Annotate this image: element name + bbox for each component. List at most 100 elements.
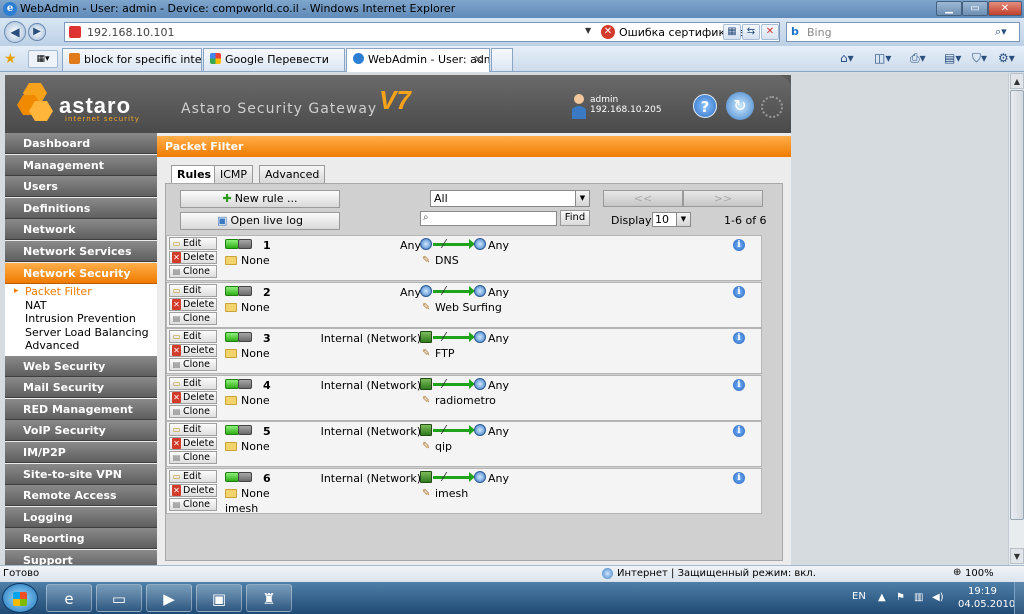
info-icon[interactable]: i [733, 425, 745, 437]
refresh-icon[interactable]: ⇆ [742, 24, 760, 40]
tab-block-specific[interactable]: block for specific internal ... [62, 48, 202, 71]
sidebar-subitem-server-load-balancing[interactable]: Server Load Balancing [5, 326, 157, 340]
rule-status-toggle[interactable] [225, 285, 253, 296]
sidebar-item-management[interactable]: Management [5, 154, 157, 176]
open-live-log-button[interactable]: ▣ Open live log [180, 212, 340, 230]
rule-status-toggle[interactable] [225, 425, 253, 435]
sidebar-subitem-advanced[interactable]: Advanced [5, 339, 157, 353]
address-bar[interactable]: 192.168.10.101 ▼ ✕ Ошибка сертификата ▦ … [64, 22, 780, 42]
scroll-down-icon[interactable]: ▼ [1010, 548, 1024, 564]
sidebar-item-web-security[interactable]: Web Security [5, 355, 157, 377]
reload-icon[interactable]: ↻ [726, 92, 754, 120]
url-dropdown-icon[interactable]: ▼ [585, 26, 591, 35]
sidebar-subitem-intrusion-prevention[interactable]: Intrusion Prevention [5, 312, 157, 326]
info-icon[interactable]: i [733, 332, 745, 344]
sidebar-subitem-nat[interactable]: NAT [5, 299, 157, 313]
url-text[interactable]: 192.168.10.101 [87, 26, 174, 39]
close-tab-icon[interactable]: ✕ [474, 53, 483, 66]
sidebar-item-support[interactable]: Support [5, 550, 157, 565]
clone-rule-button[interactable]: ▤ Clone [169, 451, 217, 464]
clone-rule-button[interactable]: ▤ Clone [169, 358, 217, 371]
clone-rule-button[interactable]: ▤ Clone [169, 311, 217, 325]
stop-icon[interactable]: ✕ [761, 24, 779, 40]
info-icon[interactable]: i [733, 285, 745, 298]
sidebar-item-network[interactable]: Network [5, 219, 157, 241]
tab-webadmin[interactable]: WebAdmin - User: adm... ✕ [346, 48, 490, 72]
info-icon[interactable]: i [733, 378, 745, 391]
tray-expand-icon[interactable]: ▲ [878, 592, 886, 603]
tray-network-icon[interactable]: ▥ [914, 592, 923, 603]
sidebar-item-remote-access[interactable]: Remote Access [5, 485, 157, 507]
taskbar-media-player-icon[interactable]: ▶ [146, 584, 192, 612]
sidebar-subitem-packet-filter[interactable]: Packet Filter [5, 285, 157, 299]
edit-rule-button[interactable]: ▭ Edit [169, 237, 217, 250]
new-tab-button[interactable] [491, 48, 513, 71]
new-rule-button[interactable]: ✚ New rule ... [180, 190, 340, 208]
filter-select[interactable]: All ▼ [430, 190, 590, 207]
zoom-icon[interactable]: ⊕ [953, 567, 961, 578]
sidebar-item-site-to-site-vpn[interactable]: Site-to-site VPN [5, 463, 157, 485]
prev-page-button[interactable]: << [603, 190, 683, 207]
print-icon[interactable]: ⎙▾ [910, 51, 926, 66]
delete-rule-button[interactable]: ✕ Delete [169, 390, 217, 404]
info-icon[interactable]: i [733, 471, 745, 484]
tab-advanced[interactable]: Advanced [259, 165, 326, 183]
sidebar-item-mail-security[interactable]: Mail Security [5, 377, 157, 399]
info-icon[interactable]: i [733, 239, 745, 251]
scroll-thumb[interactable] [1010, 90, 1024, 520]
rule-status-toggle[interactable] [225, 378, 253, 389]
clone-rule-button[interactable]: ▤ Clone [169, 265, 217, 278]
tray-volume-icon[interactable]: ◀) [932, 592, 944, 603]
minimize-button[interactable]: ▁ [936, 1, 962, 16]
quick-tabs-icon[interactable]: ▦▾ [28, 50, 58, 68]
edit-rule-button[interactable]: ▭ Edit [169, 283, 217, 297]
zoom-level[interactable]: 100% [965, 568, 994, 579]
clock-time[interactable]: 19:19 [968, 586, 997, 597]
forward-button[interactable]: ▶ [28, 23, 46, 41]
sidebar-item-users[interactable]: Users [5, 176, 157, 198]
edit-rule-button[interactable]: ▭ Edit [169, 423, 217, 436]
display-count-select[interactable]: 10 ▼ [652, 212, 691, 227]
sidebar-item-im-p2p[interactable]: IM/P2P [5, 442, 157, 464]
maximize-button[interactable]: ▭ [962, 1, 988, 16]
favorites-star-icon[interactable]: ★ [4, 51, 17, 67]
taskbar-app-icon[interactable]: ♜ [246, 584, 292, 612]
clone-rule-button[interactable]: ▤ Clone [169, 404, 217, 418]
sidebar-item-reporting[interactable]: Reporting [5, 528, 157, 550]
sidebar-item-network-services[interactable]: Network Services [5, 240, 157, 262]
home-icon[interactable]: ⌂▾ [840, 51, 854, 65]
rule-status-toggle[interactable] [225, 471, 253, 482]
help-icon[interactable]: ? [693, 94, 717, 118]
chevron-down-icon[interactable]: ▼ [676, 213, 690, 226]
taskbar-explorer-icon[interactable]: ▭ [96, 584, 142, 612]
sidebar-item-network-security[interactable]: Network Security [5, 262, 157, 284]
chevron-down-icon[interactable]: ▼ [575, 191, 589, 206]
delete-rule-button[interactable]: ✕ Delete [169, 251, 217, 264]
start-button[interactable] [2, 583, 38, 613]
clock-date[interactable]: 04.05.2010 [958, 599, 1015, 610]
sidebar-item-definitions[interactable]: Definitions [5, 197, 157, 219]
certificate-error-icon[interactable]: ✕ [601, 25, 615, 39]
tray-flag-icon[interactable]: ⚑ [896, 592, 905, 603]
delete-rule-button[interactable]: ✕ Delete [169, 483, 217, 497]
edit-rule-button[interactable]: ▭ Edit [169, 469, 217, 483]
security-zone[interactable]: Интернет | Защищенный режим: вкл. [617, 568, 816, 579]
compatibility-view-icon[interactable]: ▦ [723, 24, 741, 40]
page-scrollbar[interactable]: ▲ ▼ [1008, 73, 1024, 565]
delete-rule-button[interactable]: ✕ Delete [169, 344, 217, 357]
clone-rule-button[interactable]: ▤ Clone [169, 497, 217, 511]
sidebar-item-dashboard[interactable]: Dashboard [5, 133, 157, 154]
input-language[interactable]: EN [852, 591, 866, 602]
find-button[interactable]: Find [560, 210, 590, 226]
delete-rule-button[interactable]: ✕ Delete [169, 297, 217, 311]
tab-rules[interactable]: Rules [171, 165, 218, 184]
safety-icon[interactable]: ⛉▾ [972, 51, 987, 66]
show-desktop-button[interactable] [1014, 582, 1024, 614]
edit-rule-button[interactable]: ▭ Edit [169, 376, 217, 390]
search-placeholder[interactable]: Bing [807, 26, 832, 39]
sidebar-item-voip-security[interactable]: VoIP Security [5, 420, 157, 442]
next-page-button[interactable]: >> [683, 190, 763, 207]
search-box[interactable]: b Bing ⌕▾ [786, 22, 1020, 42]
edit-rule-button[interactable]: ▭ Edit [169, 330, 217, 343]
search-icon[interactable]: ⌕▾ [995, 25, 1007, 39]
